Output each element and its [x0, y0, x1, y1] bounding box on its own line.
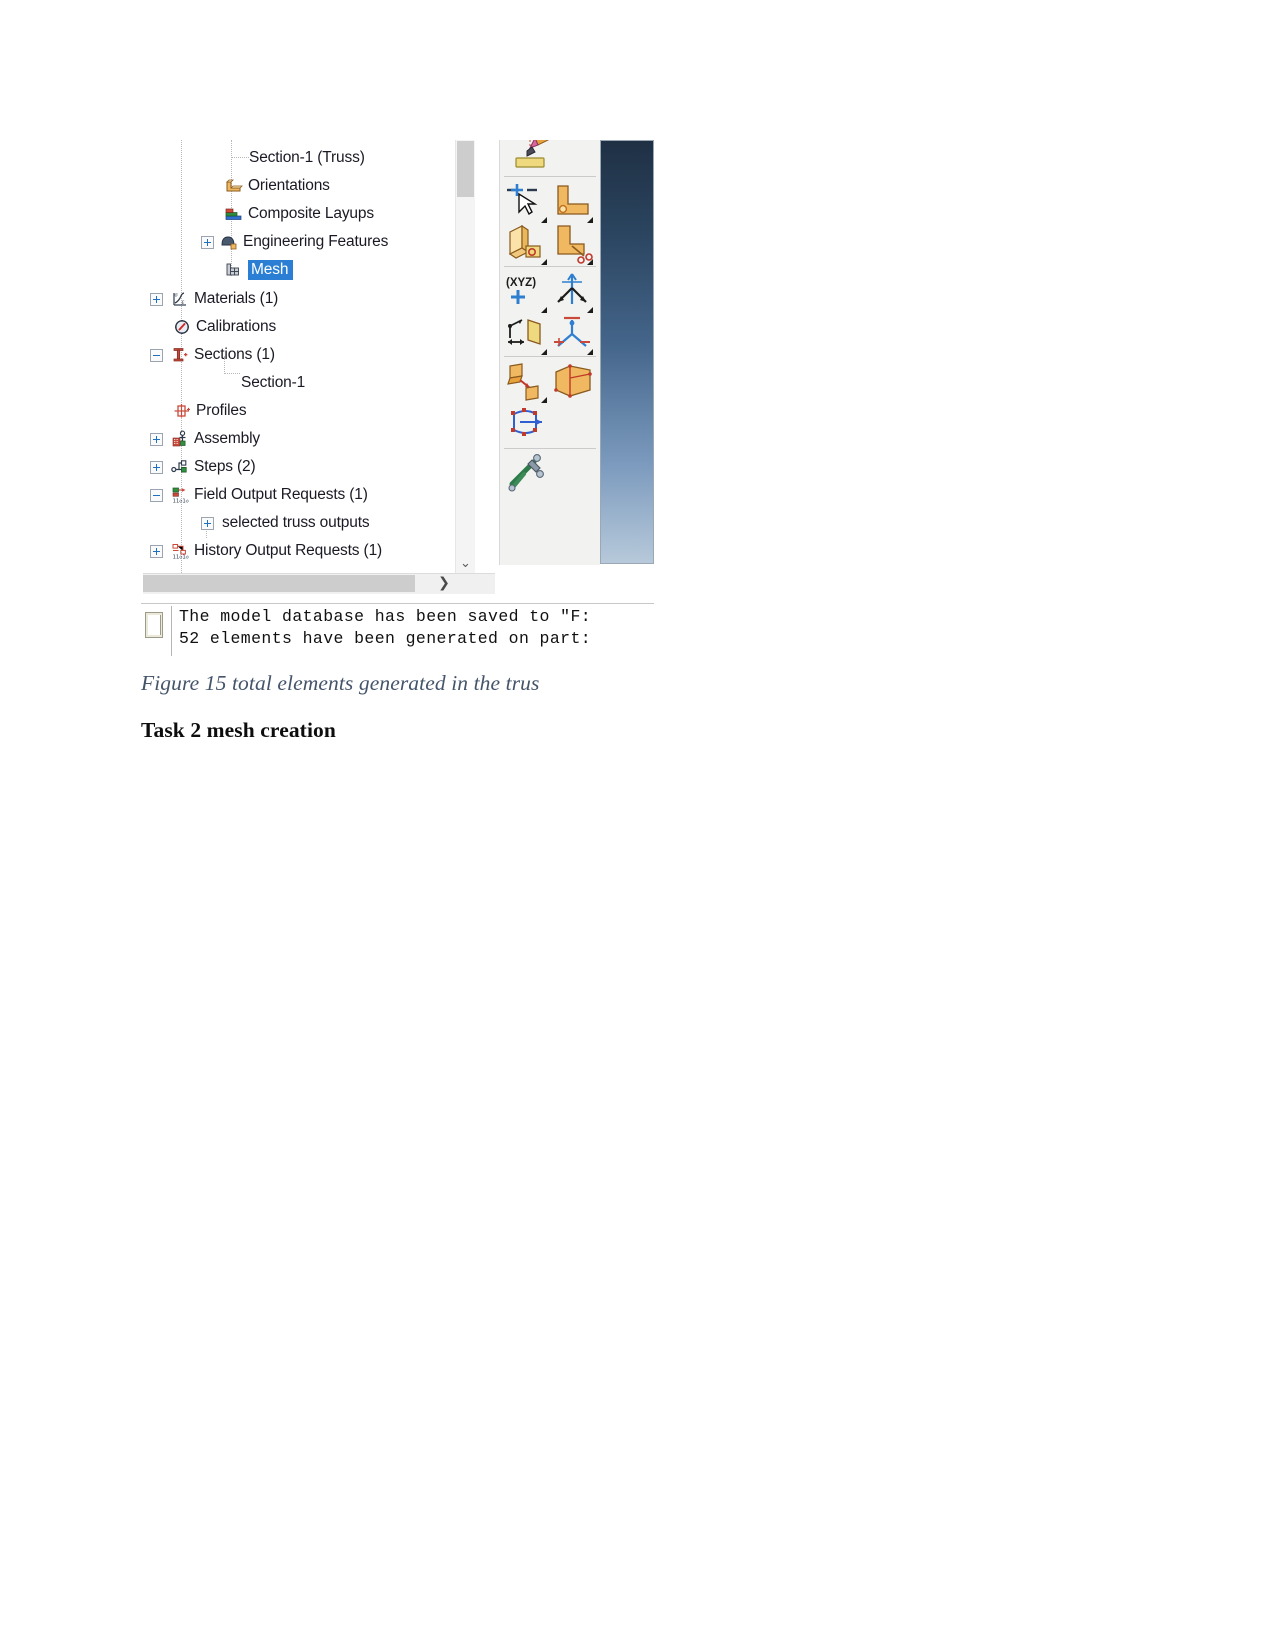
assembly-icon — [171, 430, 189, 448]
tree-guide-branch-a — [231, 157, 249, 159]
expand-icon[interactable] — [150, 460, 163, 474]
field-output-icon: 11◇1◇ — [171, 486, 189, 504]
tree-item-label: Field Output Requests (1) — [194, 486, 368, 504]
tree-item-profiles[interactable]: Profiles — [173, 397, 247, 425]
expand-icon[interactable] — [150, 432, 163, 446]
tool-assign-section[interactable] — [508, 140, 554, 178]
toolbox-separator — [504, 356, 596, 357]
tool-create-datum-csys[interactable] — [550, 312, 596, 358]
tool-create-datum-axis[interactable] — [550, 270, 596, 316]
svg-text:σ: σ — [175, 293, 179, 299]
tool-partition-edge[interactable] — [504, 402, 550, 448]
tool-create-datum-plane[interactable] — [504, 312, 550, 358]
tree-item-label: Section-1 — [241, 374, 306, 392]
scroll-down-arrow-icon[interactable]: ⌄ — [456, 556, 475, 571]
tree-item-label: Profiles — [196, 402, 247, 420]
tool-assign-beam-orientation[interactable] — [504, 180, 550, 226]
tree-item-label: History Output Requests (1) — [194, 542, 383, 560]
tree-item-field-output-requests[interactable]: 11◇1◇ Field Output Requests (1) — [150, 481, 368, 509]
expand-icon[interactable] — [150, 544, 163, 558]
svg-text:(XYZ): (XYZ) — [506, 277, 536, 289]
collapse-icon[interactable] — [150, 488, 163, 502]
tree-item-label: Assembly — [194, 430, 260, 448]
dropdown-triangle-icon[interactable] — [587, 259, 593, 265]
profiles-icon — [173, 402, 191, 420]
svg-text:11◇1◇: 11◇1◇ — [173, 498, 189, 504]
model-tree-panel[interactable]: Section-1 (Truss) Orientations Composite… — [141, 140, 497, 595]
mesh-icon — [225, 261, 243, 279]
tree-item-label: Mesh — [248, 259, 294, 281]
engineering-features-icon — [220, 233, 238, 251]
toolbox-separator — [504, 266, 596, 267]
tree-item-orientations[interactable]: Orientations — [225, 172, 330, 200]
tree-item-history-output-requests[interactable]: 11◇1◇ History Output Requests (1) — [150, 537, 382, 565]
scroll-right-arrow-icon[interactable]: ❯ — [433, 574, 455, 593]
message-area-text[interactable]: The model database has been saved to "F:… — [171, 606, 654, 656]
tree-item-label: selected truss outputs — [222, 514, 370, 532]
tree-item-mesh[interactable]: Mesh — [225, 256, 294, 284]
model-tree-scroll-area[interactable]: Section-1 (Truss) Orientations Composite… — [141, 140, 474, 573]
abaqus-screenshot-figure: Section-1 (Truss) Orientations Composite… — [141, 140, 654, 657]
history-output-icon: 11◇1◇ — [171, 542, 189, 560]
page-heading: Task 2 mesh creation — [141, 718, 336, 742]
tree-item-label: Materials (1) — [194, 290, 279, 308]
tree-horizontal-scrollbar[interactable]: ❯ — [143, 573, 495, 594]
tool-assign-skin[interactable] — [550, 222, 596, 268]
document-page: Section-1 (Truss) Orientations Composite… — [0, 0, 1275, 1650]
tree-item-section-1[interactable]: Section-1 — [241, 369, 305, 397]
svg-text:11◇1◇: 11◇1◇ — [173, 555, 189, 560]
message-line: The model database has been saved to "F: — [179, 607, 592, 626]
tree-item-composite-layups[interactable]: Composite Layups — [225, 200, 374, 228]
collapse-icon[interactable] — [150, 348, 163, 362]
dropdown-triangle-icon[interactable] — [587, 349, 593, 355]
tree-item-materials[interactable]: ε σ Materials (1) — [150, 285, 278, 313]
calibrations-icon — [173, 318, 191, 336]
svg-text:ε: ε — [182, 298, 185, 306]
tree-item-label: Section-1 (Truss) — [249, 149, 365, 167]
tree-item-assembly[interactable]: Assembly — [150, 425, 260, 453]
module-toolbox[interactable]: (XYZ) — [499, 140, 601, 565]
tree-item-selected-truss-outputs[interactable]: selected truss outputs — [201, 509, 370, 537]
tool-create-datum-point[interactable]: (XYZ) — [504, 270, 550, 316]
message-area: The model database has been saved to "F:… — [141, 603, 654, 657]
dropdown-triangle-icon[interactable] — [541, 349, 547, 355]
tree-vertical-scrollbar-thumb[interactable] — [457, 141, 474, 197]
materials-icon: ε σ — [171, 290, 189, 308]
message-line: 52 elements have been generated on part: — [179, 629, 592, 648]
tree-item-label: Steps (2) — [194, 458, 256, 476]
tool-create-composite-layup[interactable] — [504, 222, 550, 268]
expand-icon[interactable] — [201, 516, 214, 530]
message-area-tab-icon[interactable] — [145, 612, 163, 638]
expand-icon[interactable] — [150, 292, 163, 306]
tree-item-steps[interactable]: Steps (2) — [150, 453, 256, 481]
tree-guide-branch-b — [224, 373, 240, 375]
tree-item-label: Composite Layups — [248, 205, 374, 223]
tree-item-label: Engineering Features — [243, 233, 389, 251]
toolbox-separator — [504, 448, 596, 449]
composite-layups-icon — [225, 205, 243, 223]
tree-horizontal-scrollbar-thumb[interactable] — [143, 575, 415, 592]
tree-item-section-1-truss[interactable]: Section-1 (Truss) — [249, 144, 365, 172]
tool-query-information[interactable] — [504, 452, 550, 498]
orientations-icon — [225, 177, 243, 195]
sections-icon — [171, 346, 189, 364]
tree-item-label: Sections (1) — [194, 346, 275, 364]
figure-caption: Figure 15 total elements generated in th… — [141, 671, 540, 695]
dropdown-triangle-icon[interactable] — [541, 259, 547, 265]
tree-item-engineering-features[interactable]: Engineering Features — [201, 228, 388, 256]
tree-vertical-scrollbar[interactable]: ⌄ — [455, 140, 475, 573]
tool-assign-material-orientation[interactable] — [550, 180, 596, 226]
model-viewport[interactable] — [600, 140, 654, 564]
tree-item-calibrations[interactable]: Calibrations — [173, 313, 276, 341]
tree-item-label: Orientations — [248, 177, 330, 195]
tool-partition-face[interactable] — [504, 360, 550, 406]
tree-item-label: Calibrations — [196, 318, 277, 336]
tool-partition-cell[interactable] — [550, 360, 596, 406]
viewport-bottom-strip — [600, 564, 654, 595]
toolbox-separator — [504, 176, 596, 177]
steps-icon — [171, 458, 189, 476]
tree-item-sections[interactable]: Sections (1) — [150, 341, 275, 369]
expand-icon[interactable] — [201, 235, 214, 249]
